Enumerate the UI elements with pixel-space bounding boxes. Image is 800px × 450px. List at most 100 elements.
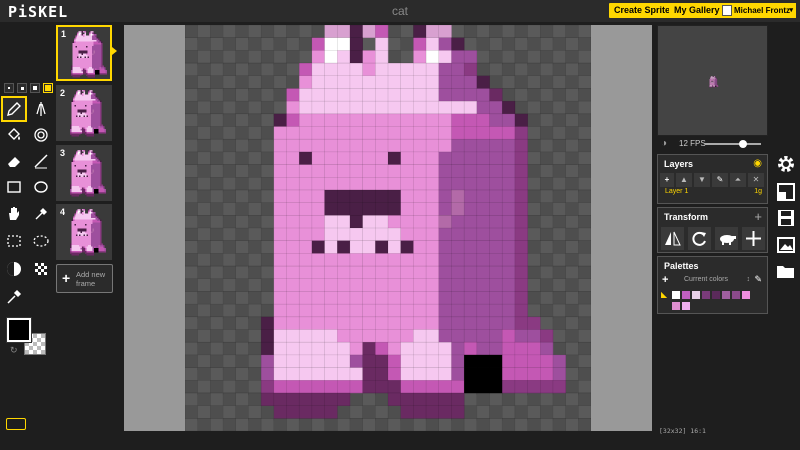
palette-color-swatch[interactable] bbox=[692, 291, 700, 299]
sprite-pixel bbox=[97, 189, 99, 191]
primary-color-swatch[interactable] bbox=[6, 317, 32, 343]
add-layer-button[interactable]: + bbox=[660, 173, 674, 187]
palette-color-swatch[interactable] bbox=[682, 291, 690, 299]
pen-tool[interactable] bbox=[1, 96, 27, 122]
lasso-select-tool[interactable] bbox=[28, 228, 54, 254]
sprite-pixel bbox=[92, 46, 94, 48]
paint-same-color-tool[interactable] bbox=[28, 122, 54, 148]
sprite-pixel bbox=[80, 186, 83, 188]
edit-palette-button[interactable]: ✎ bbox=[754, 274, 762, 285]
palette-color-swatch[interactable] bbox=[712, 291, 720, 299]
fps-slider-handle[interactable] bbox=[739, 140, 747, 148]
sprite-pixel bbox=[438, 164, 452, 178]
sprite-pixel bbox=[89, 180, 92, 182]
shape-select-tool[interactable] bbox=[28, 200, 54, 226]
sprite-pixel bbox=[100, 242, 102, 244]
sprite-pixel bbox=[95, 172, 98, 175]
eye-icon[interactable]: ◉ bbox=[753, 158, 762, 169]
create-sprite-button[interactable]: Create Sprite bbox=[609, 3, 676, 18]
rect-select-tool[interactable] bbox=[1, 228, 27, 254]
sprite-pixel bbox=[286, 151, 300, 165]
palette-color-swatch[interactable] bbox=[722, 291, 730, 299]
resize-button[interactable] bbox=[775, 181, 797, 203]
save-button[interactable] bbox=[775, 207, 797, 229]
pen-size-3[interactable] bbox=[30, 83, 40, 93]
open-button[interactable] bbox=[775, 260, 797, 282]
sprite-pixel bbox=[92, 120, 95, 122]
rotate-button[interactable] bbox=[688, 227, 711, 250]
flip-button[interactable] bbox=[661, 227, 684, 250]
sprite-pixel bbox=[77, 90, 80, 92]
export-button[interactable] bbox=[775, 234, 797, 256]
sprite-pixel bbox=[95, 34, 97, 36]
rectangle-tool[interactable] bbox=[1, 174, 27, 200]
piskel-logo[interactable]: PiSKEL bbox=[8, 3, 68, 21]
my-gallery-button[interactable]: My Gallery bbox=[669, 3, 725, 18]
move-tool[interactable] bbox=[1, 200, 27, 226]
frame-thumbnail-2[interactable]: 2 bbox=[56, 85, 112, 141]
frame-thumbnail-4[interactable]: 4 bbox=[56, 204, 112, 260]
palette-color-swatch[interactable] bbox=[672, 302, 680, 310]
sprite-pixel bbox=[83, 56, 85, 59]
sprite-pixel bbox=[85, 228, 87, 231]
move-layer-up-button[interactable]: ▲ bbox=[676, 173, 692, 187]
clone-button[interactable] bbox=[715, 227, 738, 250]
sprite-pixel bbox=[76, 187, 78, 190]
palette-color-swatch[interactable] bbox=[672, 291, 680, 299]
add-new-frame-button[interactable]: + Add new frame bbox=[56, 264, 113, 293]
lighten-tool[interactable] bbox=[1, 256, 27, 282]
sprite-pixel bbox=[73, 222, 75, 225]
sprite-pixel bbox=[438, 215, 452, 229]
sprite-pixel bbox=[94, 165, 96, 167]
move-layer-down-button[interactable]: ▼ bbox=[694, 173, 710, 187]
sprite-pixel bbox=[85, 126, 87, 128]
add-palette-button[interactable]: + bbox=[662, 274, 668, 286]
sprite-pixel bbox=[337, 215, 351, 229]
eraser-tool[interactable] bbox=[1, 148, 27, 174]
color-picker-tool[interactable] bbox=[1, 284, 27, 310]
frame-thumbnail-3[interactable]: 3 bbox=[56, 145, 112, 201]
sprite-pixel bbox=[464, 101, 478, 115]
settings-button[interactable] bbox=[775, 153, 797, 175]
pen-size-4[interactable] bbox=[43, 83, 53, 93]
sprite-pixel bbox=[98, 242, 101, 244]
dithering-tool[interactable] bbox=[28, 256, 54, 282]
pen-size-1[interactable] bbox=[4, 83, 14, 93]
center-button[interactable] bbox=[742, 227, 765, 250]
frame-thumbnail-1[interactable]: 1 bbox=[56, 25, 112, 81]
layer-row[interactable]: Layer 1 1g bbox=[658, 187, 767, 199]
palette-color-swatch[interactable] bbox=[682, 302, 690, 310]
fps-slider[interactable] bbox=[705, 143, 761, 145]
user-menu-button[interactable]: Michael Frontz ▾ bbox=[720, 3, 796, 18]
sprite-pixel bbox=[89, 114, 92, 116]
sprite-pixel bbox=[349, 329, 363, 343]
sprite-pixel bbox=[337, 75, 351, 89]
sprite-pixel bbox=[489, 215, 503, 229]
circle-tool[interactable] bbox=[28, 174, 54, 200]
palette-select[interactable]: Current colors ↕ bbox=[672, 274, 752, 286]
sprite-pixel bbox=[77, 240, 80, 243]
edit-layer-button[interactable]: ✎ bbox=[712, 173, 728, 187]
plus-icon[interactable]: + bbox=[754, 209, 762, 224]
palette-color-swatch[interactable] bbox=[742, 291, 750, 299]
sprite-pixel bbox=[81, 61, 84, 63]
sprite-pixel bbox=[70, 193, 72, 196]
swap-colors-icon[interactable]: ↻ bbox=[10, 345, 18, 356]
paint-bucket-tool[interactable] bbox=[1, 122, 27, 148]
onion-skin-icon[interactable]: ◑ bbox=[661, 138, 667, 149]
sprite-pixel bbox=[72, 67, 75, 69]
sprite-pixel bbox=[80, 49, 82, 51]
sprite-pixel bbox=[76, 192, 78, 194]
palette-color-swatch[interactable] bbox=[732, 291, 740, 299]
palette-options-icon[interactable]: ◣ bbox=[661, 290, 667, 299]
vertical-mirror-pen-tool[interactable] bbox=[28, 96, 54, 122]
sprite-pixel bbox=[92, 129, 95, 131]
chevron-updown-icon: ↕ bbox=[746, 276, 751, 283]
delete-layer-button[interactable]: ✕ bbox=[748, 173, 764, 187]
palette-color-swatch[interactable] bbox=[702, 291, 710, 299]
keyboard-shortcuts-icon[interactable] bbox=[6, 418, 26, 430]
merge-layer-button[interactable]: ⏶ bbox=[730, 173, 746, 187]
pen-size-2[interactable] bbox=[17, 83, 27, 93]
stroke-tool[interactable] bbox=[28, 148, 54, 174]
sprite-pixel-grid[interactable] bbox=[185, 25, 591, 431]
